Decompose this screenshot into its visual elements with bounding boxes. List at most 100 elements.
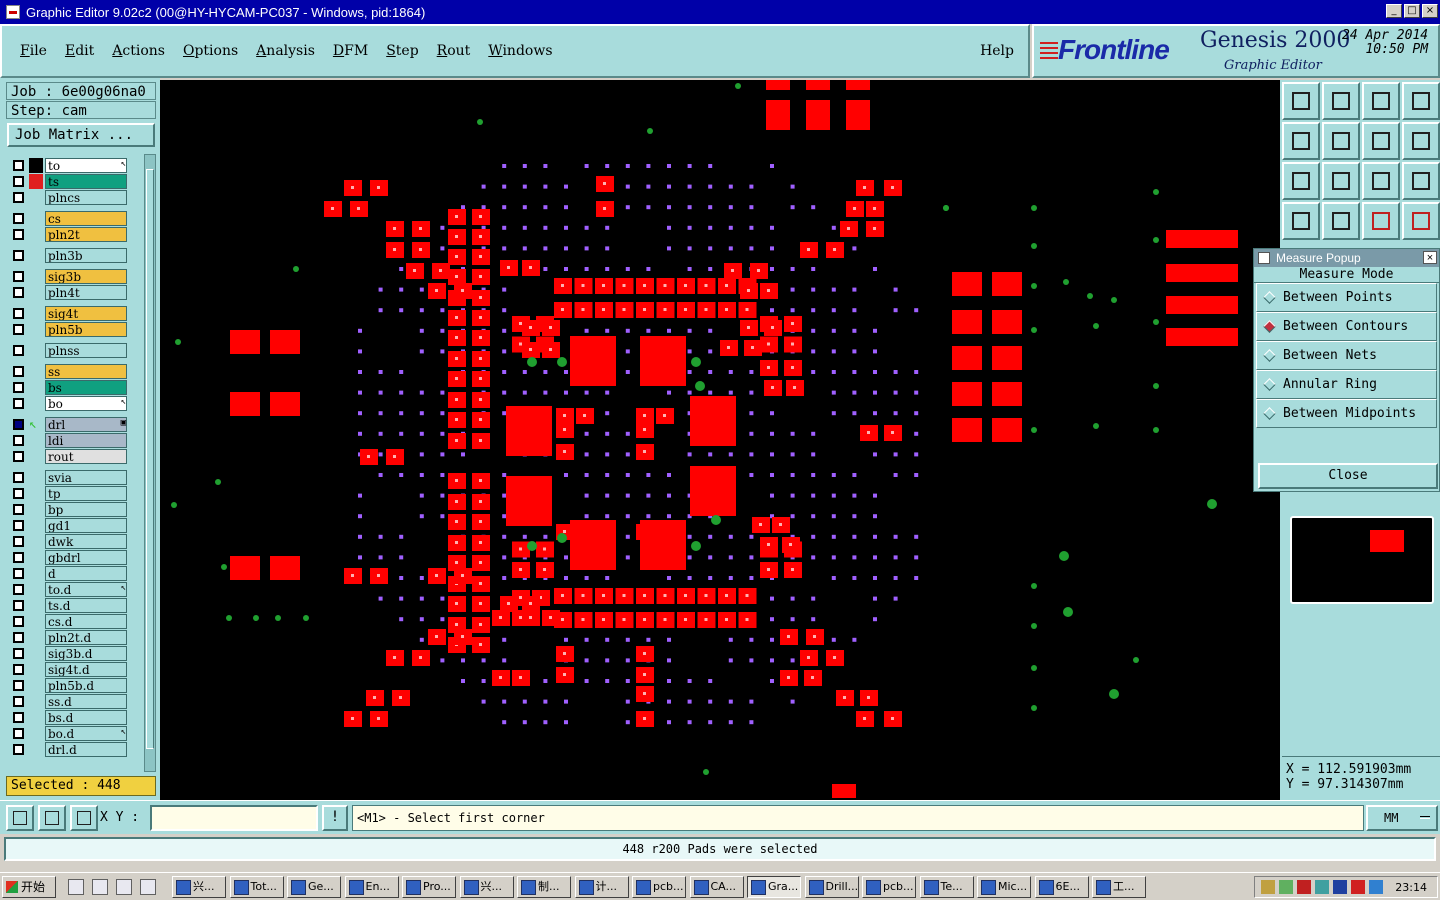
via[interactable] <box>440 658 445 663</box>
pad-center[interactable] <box>643 308 646 311</box>
via[interactable] <box>914 370 919 374</box>
via[interactable] <box>749 555 754 560</box>
layer-checkbox[interactable] <box>13 536 24 547</box>
tray-volume-icon[interactable] <box>1369 880 1383 894</box>
via[interactable] <box>625 431 630 436</box>
pad-center[interactable] <box>561 618 564 621</box>
via[interactable] <box>419 473 424 477</box>
side-pad[interactable] <box>992 382 1022 406</box>
via[interactable] <box>790 658 795 663</box>
fiducial[interactable] <box>691 541 701 551</box>
via[interactable] <box>811 287 816 292</box>
connector-pad[interactable] <box>806 80 830 90</box>
layer-row-ts[interactable]: ts <box>8 174 144 189</box>
measure-option-between-midpoints[interactable]: Between Midpoints <box>1256 399 1437 428</box>
via[interactable] <box>419 514 424 519</box>
tool-layer-b-icon[interactable] <box>1402 202 1440 240</box>
layer-name[interactable]: pln3b <box>45 248 127 263</box>
layer-checkbox[interactable] <box>13 488 24 499</box>
large-pad[interactable] <box>570 336 616 386</box>
layer-checkbox[interactable] <box>13 552 24 563</box>
via[interactable] <box>378 555 383 560</box>
pad-center[interactable] <box>455 377 458 380</box>
via[interactable] <box>584 246 589 251</box>
via[interactable] <box>358 349 362 354</box>
pad-center[interactable] <box>507 602 510 605</box>
via[interactable] <box>399 370 404 374</box>
via[interactable] <box>584 267 589 271</box>
via[interactable] <box>790 493 795 498</box>
layer-row-cs[interactable]: cs <box>8 211 144 226</box>
pad-center[interactable] <box>529 602 532 605</box>
layer-checkbox[interactable] <box>13 664 24 675</box>
via[interactable] <box>667 720 671 725</box>
via[interactable] <box>543 370 548 374</box>
edge-connector[interactable] <box>1166 264 1238 282</box>
layer-row-tp[interactable]: tp <box>8 486 144 501</box>
via[interactable] <box>708 225 713 230</box>
via[interactable] <box>625 452 630 457</box>
via[interactable] <box>605 493 610 498</box>
via[interactable] <box>790 699 795 704</box>
layer-name[interactable]: drl.d <box>45 742 127 757</box>
via[interactable] <box>502 246 507 251</box>
pad-center[interactable] <box>455 215 458 218</box>
edge-connector[interactable] <box>1166 328 1238 346</box>
pad-center[interactable] <box>759 523 762 526</box>
tray-s-icon[interactable] <box>1351 880 1365 894</box>
pad-center[interactable] <box>519 568 522 571</box>
via[interactable] <box>625 205 630 210</box>
via[interactable] <box>831 349 836 354</box>
fiducial[interactable] <box>1093 323 1099 329</box>
pad-center[interactable] <box>643 450 646 453</box>
layer-checkbox[interactable] <box>13 600 24 611</box>
layer-checkbox[interactable] <box>13 345 24 356</box>
menu-file[interactable]: File <box>20 43 47 59</box>
layer-checkbox[interactable] <box>13 213 24 224</box>
layer-name[interactable]: bo <box>45 396 127 411</box>
via[interactable] <box>852 370 857 374</box>
layer-row-sig3b[interactable]: sig3b <box>8 269 144 284</box>
via[interactable] <box>543 225 548 230</box>
via[interactable] <box>873 514 877 519</box>
via[interactable] <box>749 658 754 663</box>
pad-center[interactable] <box>771 326 774 329</box>
pad-center[interactable] <box>791 322 794 325</box>
via[interactable] <box>646 637 651 642</box>
measure-popup-title-bar[interactable]: Measure Popup × <box>1254 249 1439 267</box>
tool-scale-icon[interactable] <box>1362 162 1400 200</box>
via[interactable] <box>646 184 651 189</box>
via[interactable] <box>893 452 898 457</box>
layer-mark-icon[interactable] <box>29 742 43 757</box>
pad-center[interactable] <box>455 275 458 278</box>
pad-center[interactable] <box>704 284 708 287</box>
via[interactable] <box>831 514 836 519</box>
via[interactable] <box>770 164 774 168</box>
via[interactable] <box>502 576 507 580</box>
via[interactable] <box>811 370 816 374</box>
layer-mark-icon[interactable] <box>29 646 43 661</box>
pad-center[interactable] <box>643 414 646 417</box>
tool-probe-icon[interactable] <box>1322 202 1360 240</box>
layer-name[interactable]: bp <box>45 502 127 517</box>
via[interactable] <box>522 184 527 189</box>
via[interactable] <box>687 328 692 333</box>
via[interactable] <box>605 514 610 519</box>
pad-center[interactable] <box>813 635 816 638</box>
pad-center[interactable] <box>811 676 814 679</box>
via[interactable] <box>790 267 795 271</box>
pad-center[interactable] <box>455 623 458 626</box>
tool-home-icon[interactable] <box>1282 82 1320 120</box>
via[interactable] <box>419 411 424 416</box>
pad-center[interactable] <box>643 594 646 597</box>
via[interactable] <box>708 246 713 251</box>
pad-center[interactable] <box>393 656 396 659</box>
via[interactable] <box>419 308 424 313</box>
fiducial[interactable] <box>557 533 567 543</box>
layer-row-pln5b-d[interactable]: pln5b.d <box>8 678 144 693</box>
layer-row-drl-d[interactable]: drl.d <box>8 742 144 757</box>
layer-mark-icon[interactable] <box>29 598 43 613</box>
scroll-thumb[interactable] <box>146 169 154 749</box>
via[interactable] <box>708 184 713 189</box>
via[interactable] <box>728 720 733 725</box>
